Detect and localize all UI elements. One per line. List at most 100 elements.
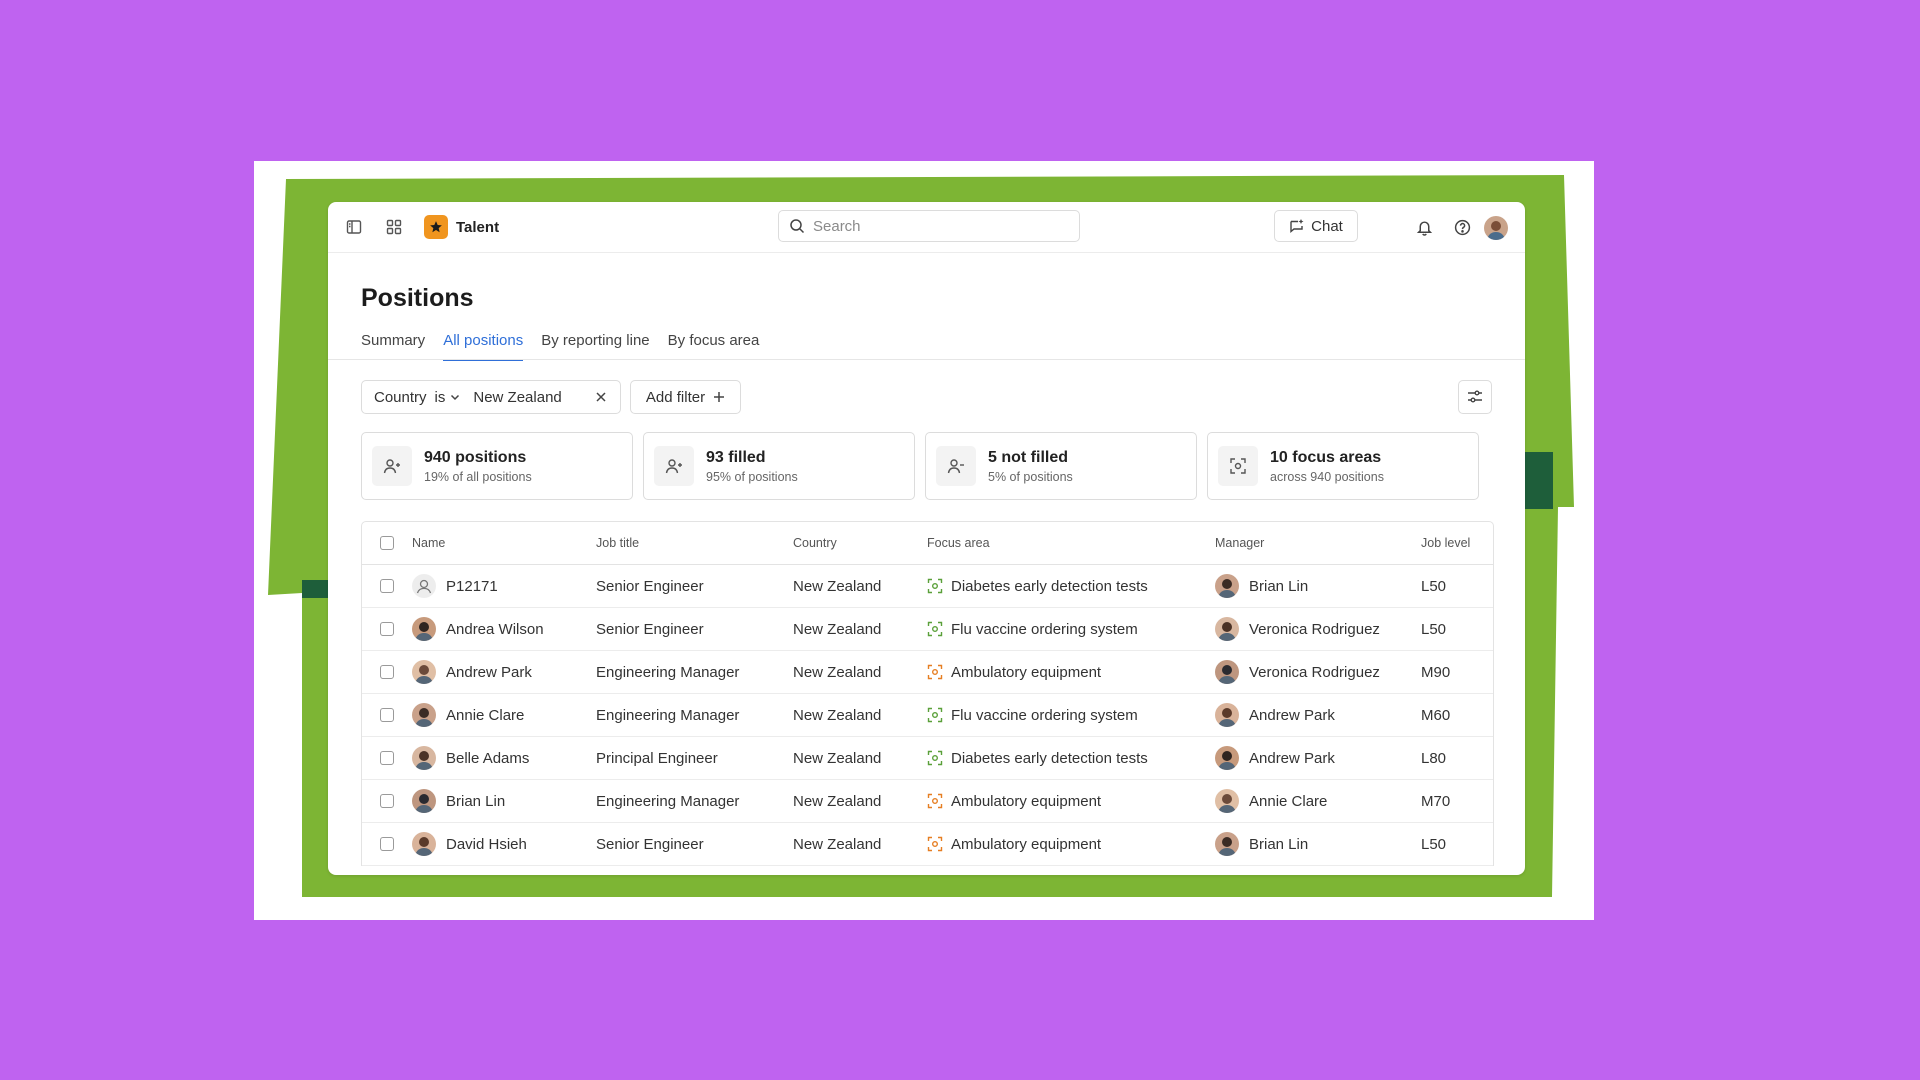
name-cell[interactable]: Annie Clare xyxy=(412,703,596,727)
manager-cell[interactable]: Brian Lin xyxy=(1215,574,1421,598)
focus-area-name: Ambulatory equipment xyxy=(951,792,1102,810)
sidebar-toggle-icon[interactable] xyxy=(344,217,364,237)
focus-area-name: Diabetes early detection tests xyxy=(951,577,1148,595)
row-select-cell xyxy=(362,708,412,722)
select-all-checkbox[interactable] xyxy=(380,536,394,550)
manager-cell[interactable]: Veronica Rodriguez xyxy=(1215,660,1421,684)
stat-subtext: 95% of positions xyxy=(706,469,798,484)
country-cell: New Zealand xyxy=(793,792,882,810)
manager-cell[interactable]: Brian Lin xyxy=(1215,832,1421,856)
stat-subtext: 19% of all positions xyxy=(424,469,532,484)
tab-bar: Summary All positions By reporting line … xyxy=(361,332,759,361)
stat-card-positions[interactable]: 940 positions 19% of all positions xyxy=(361,432,633,500)
row-checkbox[interactable] xyxy=(380,837,394,851)
name-cell[interactable]: David Hsieh xyxy=(412,832,596,856)
row-checkbox[interactable] xyxy=(380,794,394,808)
row-checkbox[interactable] xyxy=(380,708,394,722)
app-name: Talent xyxy=(456,218,500,236)
focus-area-name: Ambulatory equipment xyxy=(951,835,1102,853)
chat-button[interactable]: Chat xyxy=(1274,210,1358,242)
focus-area-cell[interactable]: Ambulatory equipment xyxy=(927,836,1215,853)
stat-card-filled[interactable]: 93 filled 95% of positions xyxy=(643,432,915,500)
search-box[interactable] xyxy=(778,210,1080,242)
country-cell: New Zealand xyxy=(793,706,882,724)
stat-card-not-filled[interactable]: 5 not filled 5% of positions xyxy=(925,432,1197,500)
focus-area-cell[interactable]: Ambulatory equipment xyxy=(927,664,1215,681)
tab-by-reporting-line[interactable]: By reporting line xyxy=(541,332,649,361)
job-level-cell: L50 xyxy=(1421,620,1447,638)
country-filter-chip[interactable]: Country is New Zealand xyxy=(361,380,621,414)
focus-area-icon xyxy=(927,836,943,852)
decorative-dark-tab xyxy=(302,580,328,598)
add-filter-label: Add filter xyxy=(645,388,706,406)
filter-operator-dropdown[interactable]: is xyxy=(435,389,462,406)
add-filter-button[interactable]: Add filter xyxy=(630,380,741,414)
table-row[interactable]: Belle Adams Principal Engineer New Zealand… xyxy=(362,737,1493,780)
focus-area-cell[interactable]: Diabetes early detection tests xyxy=(927,578,1215,595)
job-title-cell: Principal Engineer xyxy=(596,749,718,767)
row-checkbox[interactable] xyxy=(380,751,394,765)
name-cell[interactable]: Andrew Park xyxy=(412,660,596,684)
tab-by-focus-area[interactable]: By focus area xyxy=(668,332,760,361)
bell-icon[interactable] xyxy=(1414,217,1434,237)
manager-cell[interactable]: Andrew Park xyxy=(1215,703,1421,727)
column-header-country[interactable]: Country xyxy=(793,536,927,550)
close-icon[interactable] xyxy=(594,390,608,404)
manager-name: Brian Lin xyxy=(1249,835,1309,853)
help-icon[interactable] xyxy=(1452,217,1472,237)
user-avatar[interactable] xyxy=(1484,216,1508,240)
row-checkbox[interactable] xyxy=(380,665,394,679)
focus-icon xyxy=(1218,446,1258,486)
job-title-cell: Senior Engineer xyxy=(596,577,704,595)
stat-value: 940 positions xyxy=(424,448,527,466)
name-cell[interactable]: P12171 xyxy=(412,574,596,598)
avatar xyxy=(1215,789,1239,813)
row-select-cell xyxy=(362,665,412,679)
focus-area-icon xyxy=(927,578,943,594)
avatar xyxy=(412,832,436,856)
name-cell[interactable]: Brian Lin xyxy=(412,789,596,813)
table-row[interactable]: Brian Lin Engineering Manager New Zealand A… xyxy=(362,780,1493,823)
column-header-name[interactable]: Name xyxy=(412,536,596,550)
tab-all-positions[interactable]: All positions xyxy=(443,332,524,361)
country-cell: New Zealand xyxy=(793,835,882,853)
column-header-job-title[interactable]: Job title xyxy=(596,536,793,550)
focus-area-cell[interactable]: Flu vaccine ordering system xyxy=(927,707,1215,724)
row-checkbox[interactable] xyxy=(380,622,394,636)
column-header-focus-area[interactable]: Focus area xyxy=(927,536,1215,550)
manager-cell[interactable]: Veronica Rodriguez xyxy=(1215,617,1421,641)
column-header-job-level[interactable]: Job level xyxy=(1421,536,1491,550)
country-cell: New Zealand xyxy=(793,749,882,767)
focus-area-cell[interactable]: Flu vaccine ordering system xyxy=(927,621,1215,638)
manager-cell[interactable]: Annie Clare xyxy=(1215,789,1421,813)
focus-area-cell[interactable]: Ambulatory equipment xyxy=(927,793,1215,810)
job-title-cell: Senior Engineer xyxy=(596,835,704,853)
table-row[interactable]: David Hsieh Senior Engineer New Zealand Amb… xyxy=(362,823,1493,866)
stat-card-focus-areas[interactable]: 10 focus areas across 940 positions xyxy=(1207,432,1479,500)
row-select-cell xyxy=(362,622,412,636)
view-settings-button[interactable] xyxy=(1458,380,1492,414)
column-header-manager[interactable]: Manager xyxy=(1215,536,1421,550)
plus-icon xyxy=(713,391,725,403)
person-remove-icon xyxy=(936,446,976,486)
person-name: David Hsieh xyxy=(446,835,527,853)
tab-summary[interactable]: Summary xyxy=(361,332,425,361)
avatar xyxy=(412,617,436,641)
table-row[interactable]: Andrew Park Engineering Manager New Zealan… xyxy=(362,651,1493,694)
manager-cell[interactable]: Andrew Park xyxy=(1215,746,1421,770)
focus-area-cell[interactable]: Diabetes early detection tests xyxy=(927,750,1215,767)
search-input[interactable] xyxy=(811,216,1055,236)
app-brand[interactable]: Talent xyxy=(424,215,499,239)
table-row[interactable]: P12171 Senior Engineer New Zealand Diabetes… xyxy=(362,565,1493,608)
name-cell[interactable]: Andrea Wilson xyxy=(412,617,596,641)
person-name: Andrew Park xyxy=(446,663,532,681)
manager-name: Annie Clare xyxy=(1249,792,1328,810)
apps-grid-icon[interactable] xyxy=(384,217,404,237)
row-checkbox[interactable] xyxy=(380,579,394,593)
name-cell[interactable]: Belle Adams xyxy=(412,746,596,770)
table-row[interactable]: Annie Clare Engineering Manager New Zealan… xyxy=(362,694,1493,737)
focus-area-icon xyxy=(927,750,943,766)
table-row[interactable]: Andrea Wilson Senior Engineer New Zealand F… xyxy=(362,608,1493,651)
country-cell: New Zealand xyxy=(793,577,882,595)
decorative-dark-tab xyxy=(1525,452,1553,509)
